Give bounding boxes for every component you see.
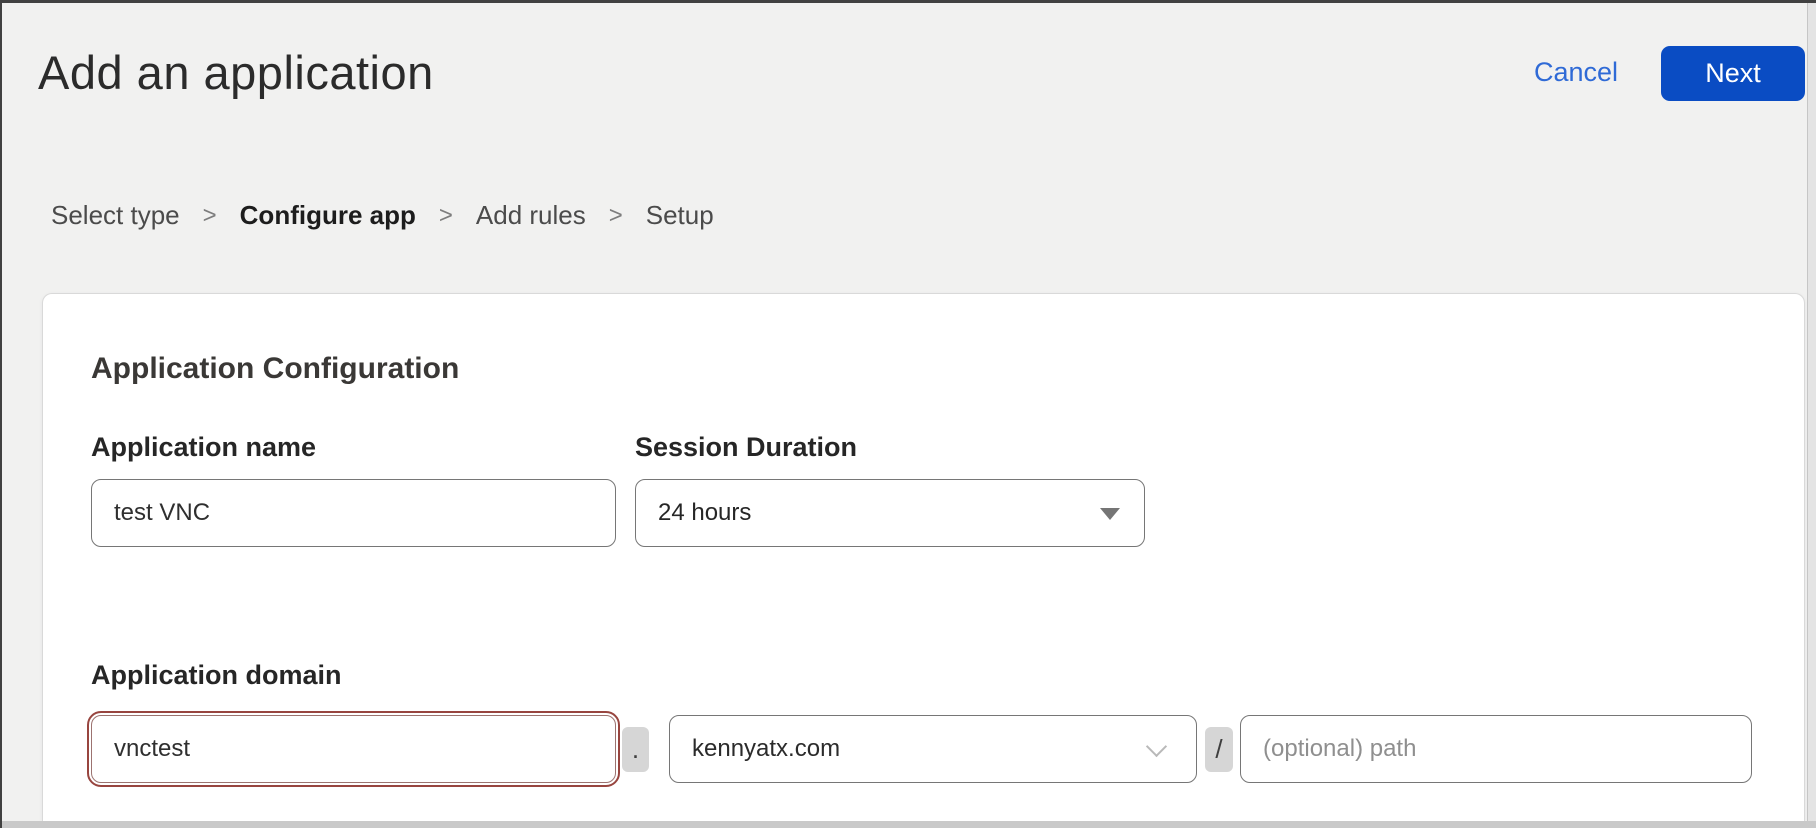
domain-slash-separator: / xyxy=(1205,727,1233,772)
domain-select[interactable]: kennyatx.com xyxy=(669,715,1197,783)
page-title: Add an application xyxy=(38,45,434,100)
breadcrumb-separator-icon: > xyxy=(609,202,623,230)
session-duration-select[interactable]: 24 hours xyxy=(635,479,1145,547)
chevron-down-icon xyxy=(1146,736,1167,757)
breadcrumb-separator-icon: > xyxy=(203,202,217,230)
configuration-card: Application Configuration Application na… xyxy=(42,293,1805,821)
window-right-edge xyxy=(1807,3,1816,828)
window-bottom-edge xyxy=(2,821,1816,828)
breadcrumb: Select type > Configure app > Add rules … xyxy=(51,200,714,231)
breadcrumb-step-add-rules[interactable]: Add rules xyxy=(476,200,586,231)
session-duration-label: Session Duration xyxy=(635,432,857,463)
breadcrumb-step-setup[interactable]: Setup xyxy=(646,200,714,231)
path-input[interactable] xyxy=(1240,715,1752,783)
next-button[interactable]: Next xyxy=(1661,46,1805,101)
section-title: Application Configuration xyxy=(91,352,459,386)
caret-down-icon xyxy=(1100,508,1120,520)
session-duration-value: 24 hours xyxy=(658,499,751,527)
breadcrumb-step-configure-app[interactable]: Configure app xyxy=(240,200,416,231)
application-name-label: Application name xyxy=(91,432,316,463)
domain-select-value: kennyatx.com xyxy=(692,735,840,763)
breadcrumb-step-select-type[interactable]: Select type xyxy=(51,200,180,231)
domain-dot-separator: . xyxy=(622,727,649,772)
add-application-window: Add an application Cancel Next Select ty… xyxy=(0,0,1816,828)
breadcrumb-separator-icon: > xyxy=(439,202,453,230)
application-name-input[interactable] xyxy=(91,479,616,547)
subdomain-input[interactable] xyxy=(91,715,616,783)
cancel-button[interactable]: Cancel xyxy=(1534,57,1618,88)
application-domain-label: Application domain xyxy=(91,660,342,691)
